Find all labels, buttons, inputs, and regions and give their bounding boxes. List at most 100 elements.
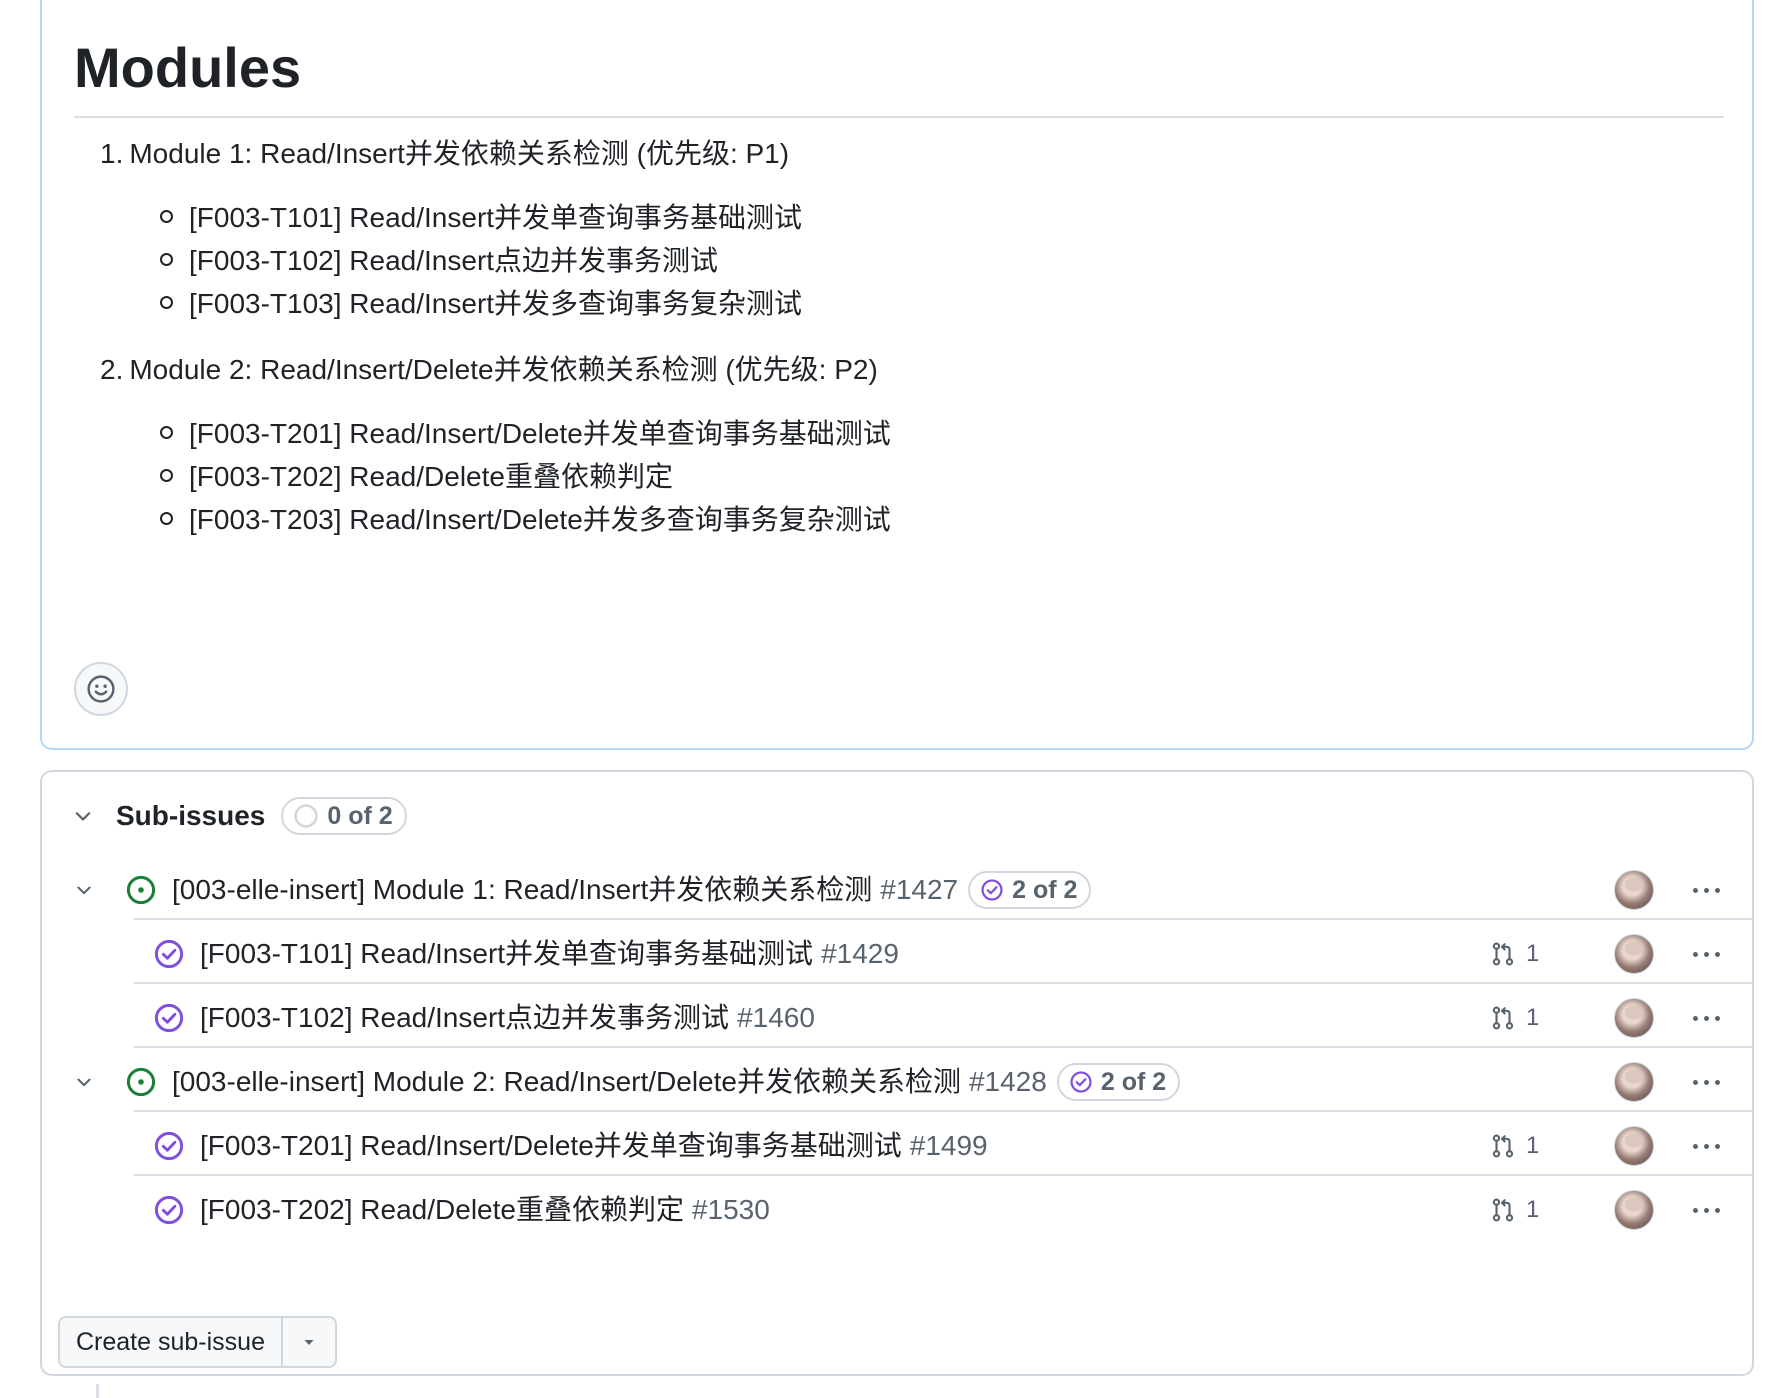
progress-text: 2 of 2	[1100, 1068, 1167, 1096]
sub-issue-row-parent[interactable]: [003-elle-insert] Module 1: Read/Insert并…	[42, 854, 1752, 926]
bullet-item: [F003-T103] Read/Insert并发多查询事务复杂测试	[160, 284, 802, 324]
issue-number: #1429	[821, 938, 899, 969]
create-sub-issue-split-button: Create sub-issue	[58, 1316, 337, 1368]
pull-request-icon	[1492, 1006, 1514, 1030]
bullet-icon	[160, 512, 173, 526]
assignee-avatar[interactable]	[1614, 1126, 1654, 1166]
chevron-down-icon[interactable]	[68, 874, 100, 906]
sub-issues-progress-badge: 0 of 2	[281, 797, 407, 835]
module-heading-text: Module 2: Read/Insert/Delete并发依赖关系检测 (优先…	[129, 354, 878, 385]
sub-issue-row-parent[interactable]: [003-elle-insert] Module 2: Read/Insert/…	[42, 1046, 1752, 1118]
issue-title-link[interactable]: [F003-T202] Read/Delete重叠依赖判定 #1530	[200, 1190, 770, 1230]
issue-closed-icon	[152, 1001, 186, 1035]
bullet-icon	[160, 210, 173, 224]
issue-title-link[interactable]: [003-elle-insert] Module 1: Read/Insert并…	[172, 870, 1092, 910]
bullet-text: [F003-T202] Read/Delete重叠依赖判定	[189, 461, 673, 492]
issue-description-card: Modules 1. Module 1: Read/Insert并发依赖关系检测 …	[40, 0, 1754, 750]
linked-pr-link[interactable]: 1	[1490, 940, 1539, 968]
issue-title[interactable]: [F003-T102] Read/Insert点边并发事务测试	[200, 998, 729, 1038]
bullet-text: [F003-T102] Read/Insert点边并发事务测试	[189, 245, 719, 276]
more-options-button[interactable]	[1684, 874, 1728, 906]
issue-title-link[interactable]: [F003-T102] Read/Insert点边并发事务测试 #1460	[200, 998, 815, 1038]
add-reaction-button[interactable]	[74, 662, 128, 716]
linked-pr-link[interactable]: 1	[1490, 1004, 1539, 1032]
smiley-icon	[87, 675, 115, 703]
pr-count: 1	[1526, 1196, 1540, 1223]
sub-issue-progress-badge: 2 of 2	[1056, 1063, 1181, 1101]
list-number: 2.	[100, 354, 124, 385]
pr-count: 1	[1526, 940, 1540, 967]
issue-open-icon	[124, 1065, 158, 1099]
issue-number: #1427	[880, 874, 959, 905]
more-options-button[interactable]	[1684, 1002, 1728, 1034]
issue-title[interactable]: [003-elle-insert] Module 1: Read/Insert并…	[172, 870, 872, 910]
issue-title-link[interactable]: [003-elle-insert] Module 2: Read/Insert/…	[172, 1062, 1181, 1102]
bullet-text: [F003-T201] Read/Insert/Delete并发单查询事务基础测…	[189, 418, 891, 449]
more-options-button[interactable]	[1684, 938, 1728, 970]
heading-divider	[74, 116, 1724, 118]
create-sub-issue-button[interactable]: Create sub-issue	[60, 1318, 283, 1366]
description-heading: Modules	[74, 36, 302, 99]
linked-pr-link[interactable]: 1	[1490, 1132, 1539, 1160]
bullet-icon	[160, 296, 173, 310]
assignee-avatar[interactable]	[1614, 1190, 1654, 1230]
issue-title-link[interactable]: [F003-T201] Read/Insert/Delete并发单查询事务基础测…	[200, 1126, 988, 1166]
list-number: 1.	[100, 138, 124, 169]
check-circle-icon	[1070, 1071, 1092, 1093]
sub-issues-title: Sub-issues	[116, 800, 266, 831]
bullet-item: [F003-T102] Read/Insert点边并发事务测试	[160, 241, 718, 281]
progress-text: 0 of 2	[327, 801, 393, 830]
bullet-item: [F003-T202] Read/Delete重叠依赖判定	[160, 457, 673, 497]
issue-title[interactable]: [003-elle-insert] Module 2: Read/Insert/…	[172, 1062, 961, 1102]
sub-issue-progress-badge: 2 of 2	[968, 871, 1092, 909]
more-options-button[interactable]	[1684, 1066, 1728, 1098]
linked-pr-link[interactable]: 1	[1490, 1196, 1539, 1224]
bullet-text: [F003-T103] Read/Insert并发多查询事务复杂测试	[189, 288, 803, 319]
bullet-item: [F003-T201] Read/Insert/Delete并发单查询事务基础测…	[160, 414, 891, 454]
issue-number: #1428	[968, 1066, 1047, 1097]
issue-title[interactable]: [F003-T101] Read/Insert并发单查询事务基础测试	[200, 934, 813, 974]
issue-number: #1530	[691, 1194, 770, 1225]
sub-issue-row-child[interactable]: [F003-T102] Read/Insert点边并发事务测试 #1460 1	[42, 982, 1752, 1054]
issue-closed-icon	[152, 1129, 186, 1163]
chevron-down-icon[interactable]	[68, 801, 98, 831]
sub-issue-row-child[interactable]: [F003-T202] Read/Delete重叠依赖判定 #1530 1	[42, 1174, 1752, 1246]
module-heading-text: Module 1: Read/Insert并发依赖关系检测 (优先级: P1)	[129, 138, 790, 169]
issue-title[interactable]: [F003-T201] Read/Insert/Delete并发单查询事务基础测…	[200, 1126, 902, 1166]
issue-title-link[interactable]: [F003-T101] Read/Insert并发单查询事务基础测试 #1429	[200, 934, 899, 974]
sub-issues-card: Sub-issues 0 of 2 [003-elle-insert] Modu…	[40, 770, 1754, 1376]
more-options-button[interactable]	[1684, 1130, 1728, 1162]
pull-request-icon	[1492, 942, 1514, 966]
assignee-avatar[interactable]	[1614, 998, 1654, 1038]
triangle-down-icon	[304, 1340, 314, 1345]
progress-ring-icon	[294, 804, 319, 828]
pull-request-icon	[1492, 1134, 1514, 1158]
bullet-text: [F003-T203] Read/Insert/Delete并发多查询事务复杂测…	[189, 504, 891, 535]
bullet-icon	[160, 426, 173, 440]
bullet-item: [F003-T203] Read/Insert/Delete并发多查询事务复杂测…	[160, 500, 891, 540]
bullet-icon	[160, 469, 173, 483]
sub-issue-row-child[interactable]: [F003-T201] Read/Insert/Delete并发单查询事务基础测…	[42, 1110, 1752, 1182]
issue-closed-icon	[152, 1193, 186, 1227]
assignee-avatar[interactable]	[1614, 870, 1654, 910]
issue-number: #1460	[737, 1002, 815, 1033]
issue-closed-icon	[152, 937, 186, 971]
pull-request-icon	[1492, 1198, 1514, 1222]
issue-title[interactable]: [F003-T202] Read/Delete重叠依赖判定	[200, 1190, 684, 1230]
module-list-item: 1. Module 1: Read/Insert并发依赖关系检测 (优先级: P1…	[100, 134, 789, 174]
assignee-avatar[interactable]	[1614, 934, 1654, 974]
check-circle-icon	[981, 879, 1003, 901]
timeline-connector	[96, 1384, 99, 1398]
sub-issue-row-child[interactable]: [F003-T101] Read/Insert并发单查询事务基础测试 #1429…	[42, 918, 1752, 990]
issue-number: #1499	[909, 1130, 988, 1161]
bullet-item: [F003-T101] Read/Insert并发单查询事务基础测试	[160, 198, 802, 238]
module-list-item: 2. Module 2: Read/Insert/Delete并发依赖关系检测 (…	[100, 350, 878, 390]
chevron-down-icon[interactable]	[68, 1066, 100, 1098]
pr-count: 1	[1526, 1004, 1540, 1031]
sub-issues-header[interactable]: Sub-issues 0 of 2	[68, 792, 407, 840]
create-sub-issue-dropdown[interactable]	[283, 1318, 335, 1366]
bullet-text: [F003-T101] Read/Insert并发单查询事务基础测试	[189, 202, 803, 233]
issue-open-icon	[124, 873, 158, 907]
more-options-button[interactable]	[1684, 1194, 1728, 1226]
assignee-avatar[interactable]	[1614, 1062, 1654, 1102]
